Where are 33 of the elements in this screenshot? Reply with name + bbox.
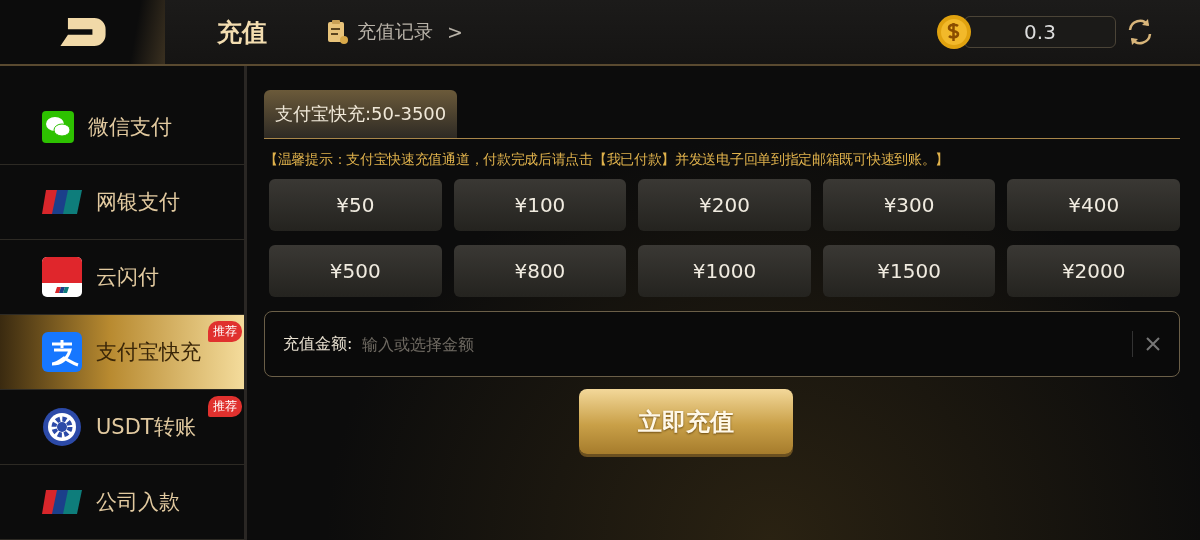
recommend-badge: 推荐 xyxy=(208,396,242,417)
amount-input[interactable]: 输入或选择金额 xyxy=(360,333,1132,355)
amount-option[interactable]: ¥400 xyxy=(1007,179,1180,231)
alipay-icon xyxy=(42,332,82,372)
payment-method-item[interactable]: USDT转账 推荐 xyxy=(0,390,244,465)
amount-option[interactable]: ¥1000 xyxy=(638,245,811,297)
payment-method-item[interactable]: 支付宝快充 推荐 xyxy=(0,315,244,390)
card-stripes-icon xyxy=(42,489,82,515)
amount-option[interactable]: ¥300 xyxy=(822,179,996,231)
page-title: 充值 xyxy=(217,16,267,49)
amount-option[interactable]: ¥500 xyxy=(269,245,442,297)
amount-option[interactable]: ¥800 xyxy=(453,245,627,297)
recharge-record-link[interactable]: 充值记录 > xyxy=(325,19,463,45)
clipboard-icon xyxy=(325,19,349,45)
payment-method-item[interactable]: 微信支付 xyxy=(0,90,244,165)
chat-bubbles-icon xyxy=(42,111,74,143)
amount-field[interactable]: 充值金额: 输入或选择金额 xyxy=(264,311,1180,377)
gear-icon xyxy=(42,407,82,447)
card-stripes-icon xyxy=(42,189,82,215)
clear-icon[interactable] xyxy=(1145,336,1161,352)
payment-method-item[interactable]: 网银支付 xyxy=(0,165,244,240)
notice-text: 【温馨提示：支付宝快速充值通道，付款完成后请点击【我已付款】并发送电子回单到指定邮箱既可快速到账。】 xyxy=(264,151,950,169)
amount-option[interactable]: ¥50 xyxy=(269,179,442,231)
amount-option[interactable]: ¥1500 xyxy=(822,245,996,297)
recommend-badge: 推荐 xyxy=(208,321,242,342)
amount-option[interactable]: ¥2000 xyxy=(1007,245,1180,297)
payment-method-item[interactable]: 公司入款 xyxy=(0,465,244,540)
field-label: 充值金额: xyxy=(283,333,353,355)
channel-tab[interactable]: 支付宝快充:50-3500 xyxy=(264,90,458,138)
amount-option[interactable]: ¥100 xyxy=(453,179,627,231)
coin-icon xyxy=(936,14,972,50)
amount-option[interactable]: ¥200 xyxy=(638,179,811,231)
app-tile-icon xyxy=(42,257,82,297)
